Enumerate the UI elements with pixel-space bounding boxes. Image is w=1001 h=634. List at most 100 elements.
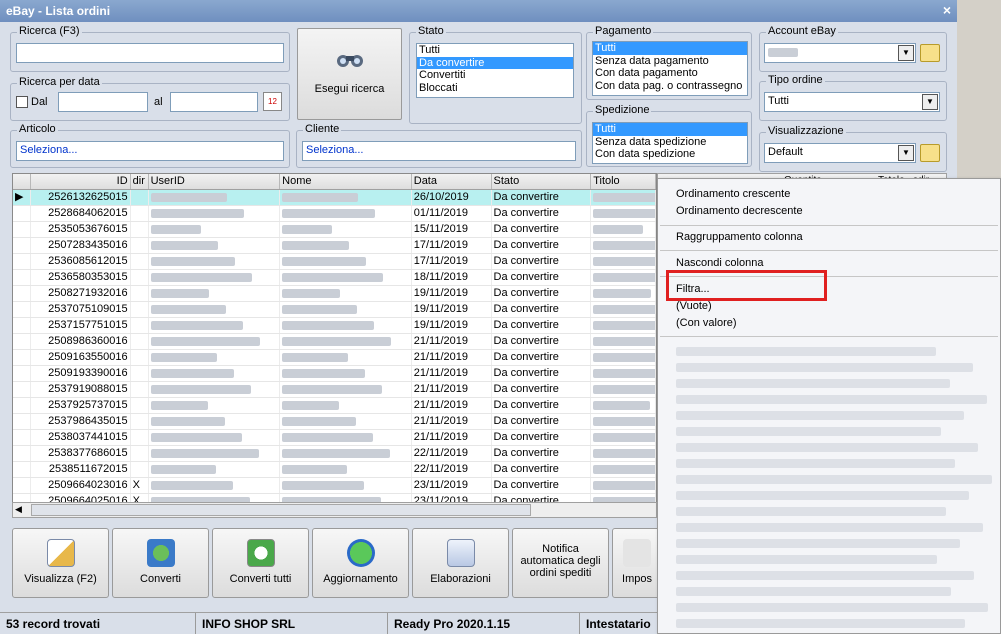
notifica-button[interactable]: Notifica automatica degli ordini spediti: [512, 528, 609, 598]
cell-dir: X: [131, 478, 149, 493]
table-row[interactable]: 2536580353015 18/11/2019 Da convertire: [13, 270, 656, 286]
converti-tutti-button[interactable]: Converti tutti: [212, 528, 309, 598]
orders-grid: ID dir UserID Nome Data Stato Titolo ▶ 25…: [12, 173, 657, 518]
table-row[interactable]: 2535053676015 15/11/2019 Da convertire: [13, 222, 656, 238]
article-select[interactable]: Seleziona...: [16, 141, 284, 161]
table-row[interactable]: 2528684062015 01/11/2019 Da convertire: [13, 206, 656, 222]
pagamento-option[interactable]: Senza data pagamento: [593, 55, 747, 68]
redacted-menu-value[interactable]: [676, 507, 946, 516]
table-row[interactable]: 2536085612015 17/11/2019 Da convertire: [13, 254, 656, 270]
redacted-menu-value[interactable]: [676, 411, 964, 420]
header-data[interactable]: Data: [412, 174, 492, 189]
redacted-menu-value[interactable]: [676, 587, 951, 596]
chevron-down-icon[interactable]: ▼: [898, 145, 914, 161]
redacted-menu-value[interactable]: [676, 427, 941, 436]
client-select[interactable]: Seleziona...: [302, 141, 576, 161]
menu-filter-with-value[interactable]: (Con valore): [676, 317, 737, 329]
table-row[interactable]: 2509163550016 21/11/2019 Da convertire: [13, 350, 656, 366]
header-dir[interactable]: dir: [131, 174, 149, 189]
chevron-down-icon[interactable]: ▼: [898, 45, 914, 61]
cell-dir: [131, 270, 149, 285]
redacted-menu-value[interactable]: [676, 555, 937, 564]
stato-option[interactable]: Tutti: [417, 44, 573, 57]
table-row[interactable]: 2508986360016 21/11/2019 Da convertire: [13, 334, 656, 350]
tipo-ordine-combo[interactable]: Tutti ▼: [764, 92, 940, 112]
pagamento-option[interactable]: Con data pag. o contrassegno: [593, 80, 747, 93]
table-row[interactable]: 2537986435015 21/11/2019 Da convertire: [13, 414, 656, 430]
table-row[interactable]: 2537075109015 19/11/2019 Da convertire: [13, 302, 656, 318]
header-id[interactable]: ID: [31, 174, 131, 189]
table-row[interactable]: ▶ 2526132625015 26/10/2019 Da convertire: [13, 190, 656, 206]
close-icon[interactable]: ×: [943, 2, 951, 18]
table-row[interactable]: 2507283435016 17/11/2019 Da convertire: [13, 238, 656, 254]
redacted-menu-value[interactable]: [676, 523, 983, 532]
cell-stato: Da convertire: [492, 478, 592, 493]
menu-hide-column[interactable]: Nascondi colonna: [676, 257, 763, 269]
stato-option[interactable]: Da convertire: [417, 56, 573, 69]
header-stato[interactable]: Stato: [492, 174, 592, 189]
folder-icon[interactable]: [920, 144, 940, 162]
date-to-input[interactable]: [170, 92, 258, 112]
visualizzazione-combo[interactable]: Default ▼: [764, 143, 916, 163]
menu-filter-empty[interactable]: (Vuote): [676, 300, 712, 312]
cell-titolo: [591, 350, 656, 365]
redacted-menu-value[interactable]: [676, 379, 950, 388]
chevron-down-icon[interactable]: ▼: [922, 94, 938, 110]
table-row[interactable]: 2538037441015 21/11/2019 Da convertire: [13, 430, 656, 446]
calendar-icon[interactable]: 12: [263, 92, 282, 111]
table-row[interactable]: 2538377686015 22/11/2019 Da convertire: [13, 446, 656, 462]
redacted-menu-value[interactable]: [676, 363, 973, 372]
aggiornamento-button[interactable]: Aggiornamento: [312, 528, 409, 598]
table-row[interactable]: 2537925737015 21/11/2019 Da convertire: [13, 398, 656, 414]
redacted-menu-value[interactable]: [676, 491, 969, 500]
redacted-text: [282, 400, 340, 410]
stato-option[interactable]: Bloccati: [417, 82, 573, 95]
scroll-left-icon[interactable]: ◀: [15, 504, 22, 515]
redacted-menu-value[interactable]: [676, 571, 974, 580]
pagamento-option[interactable]: Con data pagamento: [593, 67, 747, 80]
stato-listbox[interactable]: Tutti Da convertire Convertiti Bloccati: [416, 43, 574, 98]
redacted-menu-value[interactable]: [676, 619, 965, 628]
spedizione-option[interactable]: Con data spedizione: [593, 148, 747, 161]
table-row[interactable]: 2509193390016 21/11/2019 Da convertire: [13, 366, 656, 382]
header-titolo[interactable]: Titolo: [591, 174, 656, 189]
redacted-menu-value[interactable]: [676, 475, 992, 484]
cell-data: 17/11/2019: [412, 254, 492, 269]
redacted-menu-value[interactable]: [676, 459, 955, 468]
table-row[interactable]: 2538511672015 22/11/2019 Da convertire: [13, 462, 656, 478]
pagamento-listbox[interactable]: Tutti Senza data pagamento Con data paga…: [592, 41, 748, 96]
menu-sort-desc[interactable]: Ordinamento decrescente: [676, 205, 803, 217]
redacted-menu-value[interactable]: [676, 603, 988, 612]
table-row[interactable]: 2509664023016 X 23/11/2019 Da convertire: [13, 478, 656, 494]
redacted-menu-value[interactable]: [676, 395, 987, 404]
account-combo[interactable]: ▼: [764, 43, 916, 63]
converti-button[interactable]: Converti: [112, 528, 209, 598]
run-search-button[interactable]: Esegui ricerca: [297, 28, 402, 120]
redacted-menu-value[interactable]: [676, 443, 978, 452]
scroll-thumb[interactable]: [31, 504, 531, 516]
menu-sort-asc[interactable]: Ordinamento crescente: [676, 188, 790, 200]
pagamento-option[interactable]: Tutti: [593, 42, 747, 55]
redacted-menu-value[interactable]: [676, 347, 936, 356]
dal-checkbox[interactable]: [16, 96, 28, 108]
spedizione-option[interactable]: Senza data spedizione: [593, 136, 747, 149]
table-row[interactable]: 2537157751015 19/11/2019 Da convertire: [13, 318, 656, 334]
spedizione-option[interactable]: Tutti: [593, 123, 747, 136]
visualizza-button[interactable]: Visualizza (F2): [12, 528, 109, 598]
row-indicator: [13, 462, 31, 477]
impostazioni-button[interactable]: Impos: [612, 528, 662, 598]
spedizione-listbox[interactable]: Tutti Senza data spedizione Con data spe…: [592, 122, 748, 164]
redacted-menu-value[interactable]: [676, 539, 960, 548]
cell-dir: [131, 366, 149, 381]
menu-group-column[interactable]: Raggruppamento colonna: [676, 231, 803, 243]
header-nome[interactable]: Nome: [280, 174, 412, 189]
search-input[interactable]: [16, 43, 284, 63]
date-from-input[interactable]: [58, 92, 148, 112]
table-row[interactable]: 2508271932016 19/11/2019 Da convertire: [13, 286, 656, 302]
elaborazioni-button[interactable]: Elaborazioni: [412, 528, 509, 598]
stato-option[interactable]: Convertiti: [417, 69, 573, 82]
header-userid[interactable]: UserID: [149, 174, 281, 189]
folder-icon[interactable]: [920, 44, 940, 62]
table-row[interactable]: 2537919088015 21/11/2019 Da convertire: [13, 382, 656, 398]
horizontal-scrollbar[interactable]: ◀: [12, 502, 657, 518]
